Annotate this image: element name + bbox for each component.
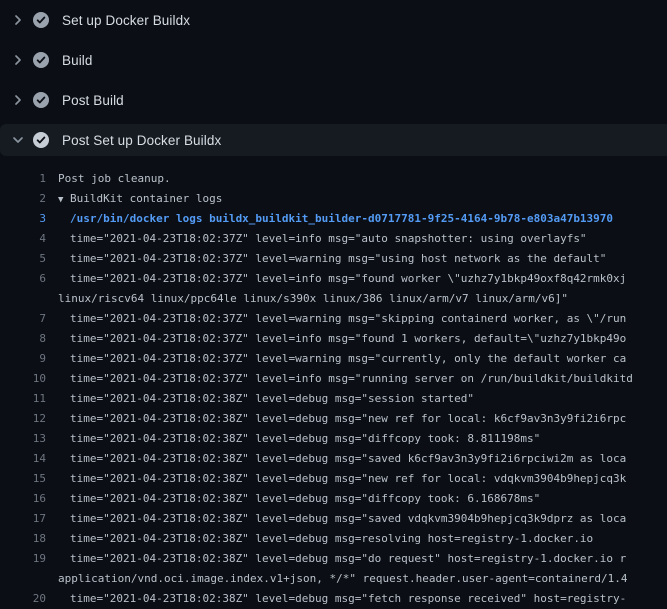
step-header[interactable]: Post Build [0, 84, 667, 116]
log-line: 12time="2021-04-23T18:02:38Z" level=debu… [0, 409, 667, 429]
log-line-text: time="2021-04-23T18:02:37Z" level=info m… [46, 369, 633, 389]
log-line-number[interactable] [0, 569, 46, 589]
log-line-number[interactable]: 9 [0, 349, 46, 369]
log-line-number[interactable]: 8 [0, 329, 46, 349]
log-line-number[interactable]: 12 [0, 409, 46, 429]
log-line-text: time="2021-04-23T18:02:38Z" level=debug … [46, 449, 626, 469]
step-setup-docker-buildx: Set up Docker Buildx [0, 0, 667, 40]
chevron-right-icon [10, 12, 26, 28]
log-line-number[interactable]: 13 [0, 429, 46, 449]
log-line: 2▼BuildKit container logs [0, 189, 667, 209]
log-line-text: time="2021-04-23T18:02:37Z" level=warnin… [46, 309, 626, 329]
log-line-number[interactable]: 17 [0, 509, 46, 529]
log-line-text: time="2021-04-23T18:02:37Z" level=info m… [46, 269, 626, 289]
log-line-number[interactable]: 14 [0, 449, 46, 469]
chevron-right-icon [10, 92, 26, 108]
log-line: application/vnd.oci.image.index.v1+json,… [0, 569, 667, 589]
log-rows: 1Post job cleanup.2▼BuildKit container l… [0, 169, 667, 609]
log-line: 8time="2021-04-23T18:02:37Z" level=info … [0, 329, 667, 349]
log-line-text: time="2021-04-23T18:02:38Z" level=debug … [46, 429, 540, 449]
step-header[interactable]: Set up Docker Buildx [0, 4, 667, 36]
log-line-text: time="2021-04-23T18:02:37Z" level=warnin… [46, 249, 606, 269]
chevron-right-icon [10, 52, 26, 68]
step-label: Build [62, 53, 93, 68]
log-line: 5time="2021-04-23T18:02:37Z" level=warni… [0, 249, 667, 269]
log-line: linux/riscv64 linux/ppc64le linux/s390x … [0, 289, 667, 309]
log-line: 17time="2021-04-23T18:02:38Z" level=debu… [0, 509, 667, 529]
step-post-setup-docker-buildx: Post Set up Docker Buildx [0, 120, 667, 160]
log-line-text: time="2021-04-23T18:02:37Z" level=info m… [46, 329, 626, 349]
log-line-number[interactable]: 4 [0, 229, 46, 249]
step-header[interactable]: Build [0, 44, 667, 76]
step-success-check-icon [33, 52, 49, 68]
log-line-number[interactable]: 6 [0, 269, 46, 289]
log-line-text: application/vnd.oci.image.index.v1+json,… [46, 569, 628, 589]
step-post-build: Post Build [0, 80, 667, 120]
log-line: 20time="2021-04-23T18:02:38Z" level=debu… [0, 589, 667, 609]
log-line-text: time="2021-04-23T18:02:38Z" level=debug … [46, 389, 474, 409]
log-line: 16time="2021-04-23T18:02:38Z" level=debu… [0, 489, 667, 509]
log-line: 6time="2021-04-23T18:02:37Z" level=info … [0, 269, 667, 289]
log-line-number[interactable]: 11 [0, 389, 46, 409]
collapse-group-triangle-icon[interactable]: ▼ [58, 190, 70, 209]
log-line-number[interactable]: 15 [0, 469, 46, 489]
log-line: 9time="2021-04-23T18:02:37Z" level=warni… [0, 349, 667, 369]
log-line: 19time="2021-04-23T18:02:38Z" level=debu… [0, 549, 667, 569]
log-line-number[interactable]: 3 [0, 209, 46, 229]
step-label: Post Set up Docker Buildx [62, 133, 221, 148]
log-line: 7time="2021-04-23T18:02:37Z" level=warni… [0, 309, 667, 329]
log-line-number[interactable]: 1 [0, 169, 46, 189]
log-line: 15time="2021-04-23T18:02:38Z" level=debu… [0, 469, 667, 489]
log-line-text: /usr/bin/docker logs buildx_buildkit_bui… [46, 209, 613, 229]
log-line-text: time="2021-04-23T18:02:37Z" level=warnin… [46, 349, 626, 369]
log-line-text: time="2021-04-23T18:02:38Z" level=debug … [46, 549, 626, 569]
log-line-text: time="2021-04-23T18:02:37Z" level=info m… [46, 229, 587, 249]
log-line-text: Post job cleanup. [46, 169, 171, 189]
log-line-number[interactable]: 5 [0, 249, 46, 269]
log-line-text: time="2021-04-23T18:02:38Z" level=debug … [46, 589, 626, 609]
log-line: 10time="2021-04-23T18:02:37Z" level=info… [0, 369, 667, 389]
step-success-check-icon [33, 132, 49, 148]
log-line-text: time="2021-04-23T18:02:38Z" level=debug … [46, 509, 626, 529]
chevron-down-icon [10, 132, 26, 148]
step-success-check-icon [33, 12, 49, 28]
log-line: 11time="2021-04-23T18:02:38Z" level=debu… [0, 389, 667, 409]
log-line-number[interactable]: 18 [0, 529, 46, 549]
log-line-number[interactable]: 7 [0, 309, 46, 329]
log-line-text: time="2021-04-23T18:02:38Z" level=debug … [46, 469, 626, 489]
log-line-number[interactable]: 2 [0, 189, 46, 209]
log-line-text: time="2021-04-23T18:02:38Z" level=debug … [46, 409, 626, 429]
log-line-text: time="2021-04-23T18:02:38Z" level=debug … [46, 529, 593, 549]
log-output: 1Post job cleanup.2▼BuildKit container l… [0, 160, 667, 609]
step-header[interactable]: Post Set up Docker Buildx [0, 124, 667, 156]
log-line: 14time="2021-04-23T18:02:38Z" level=debu… [0, 449, 667, 469]
log-line: 4time="2021-04-23T18:02:37Z" level=info … [0, 229, 667, 249]
log-line-text: linux/riscv64 linux/ppc64le linux/s390x … [46, 289, 568, 309]
step-label: Post Build [62, 93, 124, 108]
log-line: 1Post job cleanup. [0, 169, 667, 189]
steps-list: Set up Docker Buildx Build Post Build [0, 0, 667, 160]
log-line-number[interactable]: 20 [0, 589, 46, 609]
log-line-number[interactable]: 10 [0, 369, 46, 389]
log-line: 3/usr/bin/docker logs buildx_buildkit_bu… [0, 209, 667, 229]
log-line: 18time="2021-04-23T18:02:38Z" level=debu… [0, 529, 667, 549]
log-line-text: ▼BuildKit container logs [46, 189, 222, 209]
step-label: Set up Docker Buildx [62, 13, 190, 28]
log-line-number[interactable]: 19 [0, 549, 46, 569]
log-line-number[interactable]: 16 [0, 489, 46, 509]
log-line-number[interactable] [0, 289, 46, 309]
step-build: Build [0, 40, 667, 80]
step-success-check-icon [33, 92, 49, 108]
log-line: 13time="2021-04-23T18:02:38Z" level=debu… [0, 429, 667, 449]
log-line-text: time="2021-04-23T18:02:38Z" level=debug … [46, 489, 540, 509]
